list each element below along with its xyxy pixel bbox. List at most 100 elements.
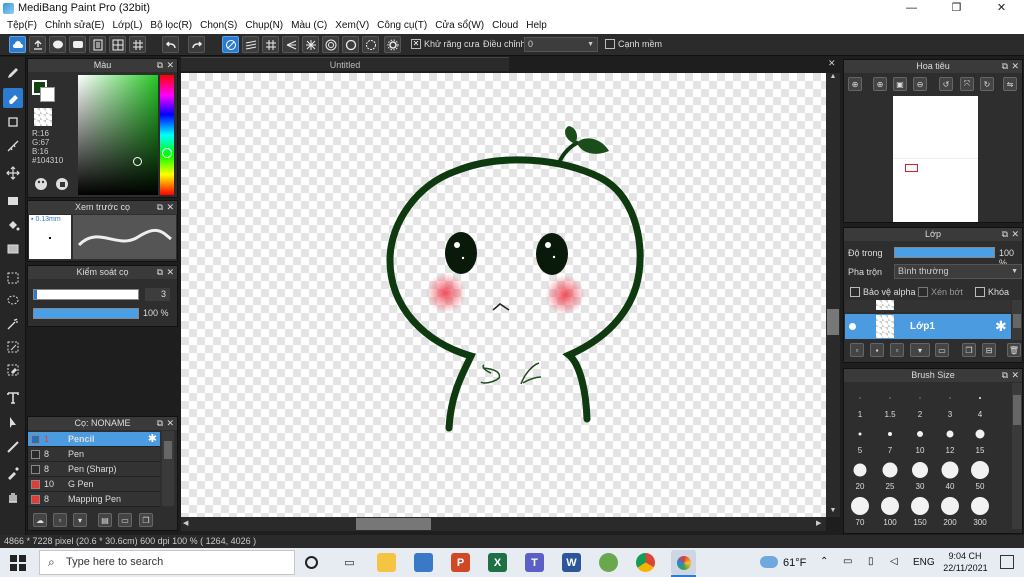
smooth-edge-checkbox[interactable] — [605, 39, 615, 49]
menu-filter[interactable]: Bộ lọc(R) — [146, 20, 196, 31]
weather-cloud-icon[interactable] — [760, 556, 778, 568]
brush-size-slider[interactable] — [33, 289, 139, 300]
layer-opacity-slider[interactable] — [894, 247, 995, 258]
select-tool-icon[interactable] — [3, 268, 23, 288]
brush-size-option[interactable]: 7 — [875, 420, 905, 456]
network-icon[interactable]: ▭ — [843, 556, 852, 567]
document-tab[interactable]: Untitled — [181, 57, 509, 71]
brush-size-option[interactable]: 3 — [935, 384, 965, 420]
brush-list-scrollbar[interactable] — [162, 431, 174, 506]
storyboard-icon[interactable] — [109, 36, 126, 53]
greenshot-icon[interactable] — [599, 553, 618, 572]
cortana-icon[interactable] — [305, 556, 318, 569]
input-language[interactable]: ENG — [913, 557, 935, 568]
close-panel-icon[interactable]: ✕ — [1011, 369, 1019, 382]
brush-settings-icon[interactable]: ▤ — [98, 513, 112, 527]
brush-size-option[interactable]: 20 — [845, 456, 875, 492]
concentric-snap-icon[interactable] — [322, 36, 339, 53]
new-brush-icon[interactable]: ▫ — [53, 513, 67, 527]
minimize-button[interactable]: — — [889, 0, 934, 17]
brush-size-scrollbar[interactable] — [1012, 383, 1022, 529]
taskbar-search-box[interactable]: ⌕ Type here to search — [39, 550, 295, 575]
brush-settings-gear-icon[interactable]: ✱ — [148, 432, 157, 447]
word-icon[interactable]: W — [562, 553, 581, 572]
bucket-tool-icon[interactable] — [3, 215, 23, 235]
brush-size-option[interactable]: 2 — [905, 384, 935, 420]
layer-list-scroll-thumb[interactable] — [1013, 314, 1021, 328]
layer-folder-icon[interactable]: ▭ — [935, 343, 949, 357]
brush-list-item[interactable]: 10 G Pen — [28, 477, 160, 492]
page-icon[interactable] — [89, 36, 106, 53]
zoom-minus-icon[interactable]: ⊖ — [913, 77, 927, 91]
brush-size-option[interactable]: 4 — [965, 384, 995, 420]
menu-help[interactable]: Help — [522, 20, 551, 31]
curve-snap-icon[interactable] — [362, 36, 379, 53]
brush-size-option[interactable]: 40 — [935, 456, 965, 492]
operation-tool-icon[interactable] — [3, 412, 23, 432]
brush-list-scroll-thumb[interactable] — [164, 441, 172, 459]
brush-size-option[interactable]: 200 — [935, 492, 965, 528]
brush-list-item[interactable]: 8 Pen (Sharp) — [28, 462, 160, 477]
text-tool-icon[interactable] — [3, 388, 23, 408]
fit-screen-icon[interactable]: ▣ — [893, 77, 907, 91]
add-brush-menu-icon[interactable]: ▾ — [73, 513, 87, 527]
layer-row-partial[interactable] — [845, 300, 1011, 312]
eyedropper-tool-icon[interactable] — [3, 463, 23, 483]
brush-size-option[interactable]: 10 — [905, 420, 935, 456]
divide-panel-tool-icon[interactable] — [3, 437, 23, 457]
rotate-left-icon[interactable]: ↺ — [939, 77, 953, 91]
drawing-canvas[interactable] — [181, 73, 826, 517]
close-panel-icon[interactable]: ✕ — [166, 417, 174, 430]
close-panel-icon[interactable]: ✕ — [166, 201, 174, 214]
navigator-thumbnail[interactable] — [893, 96, 978, 222]
canvas-horizontal-scrollbar[interactable]: ◀ ▶ — [181, 517, 826, 531]
rotate-right-icon[interactable]: ↻ — [980, 77, 994, 91]
duplicate-layer-icon[interactable]: ❐ — [962, 343, 976, 357]
canvas-vertical-scrollbar[interactable]: ▲ ▼ — [826, 73, 840, 517]
excel-icon[interactable]: X — [488, 553, 507, 572]
menu-file[interactable]: Tệp(F) — [3, 20, 41, 31]
close-document-icon[interactable]: ✕ — [828, 58, 836, 69]
brush-size-option[interactable]: 100 — [875, 492, 905, 528]
float-panel-icon[interactable]: ⧉ — [1002, 60, 1008, 73]
move-tool-icon[interactable] — [3, 163, 23, 183]
scroll-left-icon[interactable]: ◀ — [183, 519, 188, 527]
cross-snap-icon[interactable] — [262, 36, 279, 53]
protect-alpha-checkbox[interactable] — [850, 287, 860, 297]
battery-icon[interactable]: ▯ — [868, 556, 874, 567]
close-panel-icon[interactable]: ✕ — [166, 59, 174, 72]
close-panel-icon[interactable]: ✕ — [166, 266, 174, 279]
float-panel-icon[interactable]: ⧉ — [157, 266, 163, 279]
float-panel-icon[interactable]: ⧉ — [1002, 228, 1008, 241]
brush-size-option[interactable]: 70 — [845, 492, 875, 528]
snap-settings-icon[interactable] — [384, 36, 401, 53]
add-layer-menu-icon[interactable]: ▾ — [910, 343, 930, 357]
brush-folder-icon[interactable]: ▭ — [118, 513, 132, 527]
background-color-swatch[interactable] — [40, 87, 55, 102]
float-panel-icon[interactable]: ⧉ — [1002, 369, 1008, 382]
hand-tool-icon[interactable] — [3, 487, 23, 507]
brush-size-option[interactable]: 1.5 — [875, 384, 905, 420]
close-panel-icon[interactable]: ✕ — [1011, 228, 1019, 241]
layer-list-scrollbar[interactable] — [1012, 300, 1022, 340]
magic-wand-tool-icon[interactable] — [3, 314, 23, 334]
upload-icon[interactable] — [29, 36, 46, 53]
select-pen-tool-icon[interactable] — [3, 337, 23, 357]
store-icon[interactable] — [414, 553, 433, 572]
chrome-icon[interactable] — [636, 553, 655, 572]
saturation-value-picker[interactable] — [78, 75, 158, 195]
windows-start-icon[interactable] — [10, 555, 26, 571]
scroll-right-icon[interactable]: ▶ — [816, 519, 821, 527]
transparent-color-swatch[interactable] — [34, 108, 52, 126]
brush-size-option[interactable]: 15 — [965, 420, 995, 456]
brush-opacity-slider[interactable] — [33, 308, 139, 319]
layer-row-selected[interactable]: Lớp1 ✱ — [845, 314, 1011, 339]
weather-temperature[interactable]: 61°F — [783, 557, 806, 569]
clipping-checkbox[interactable] — [918, 287, 928, 297]
graduation-tool-icon[interactable] — [3, 136, 23, 156]
comment-icon[interactable] — [49, 36, 66, 53]
close-button[interactable]: ✕ — [979, 0, 1024, 17]
vanishing-snap-icon[interactable] — [282, 36, 299, 53]
clock-date[interactable]: 22/11/2021 — [938, 563, 993, 573]
gradient-tool-icon[interactable] — [3, 239, 23, 259]
